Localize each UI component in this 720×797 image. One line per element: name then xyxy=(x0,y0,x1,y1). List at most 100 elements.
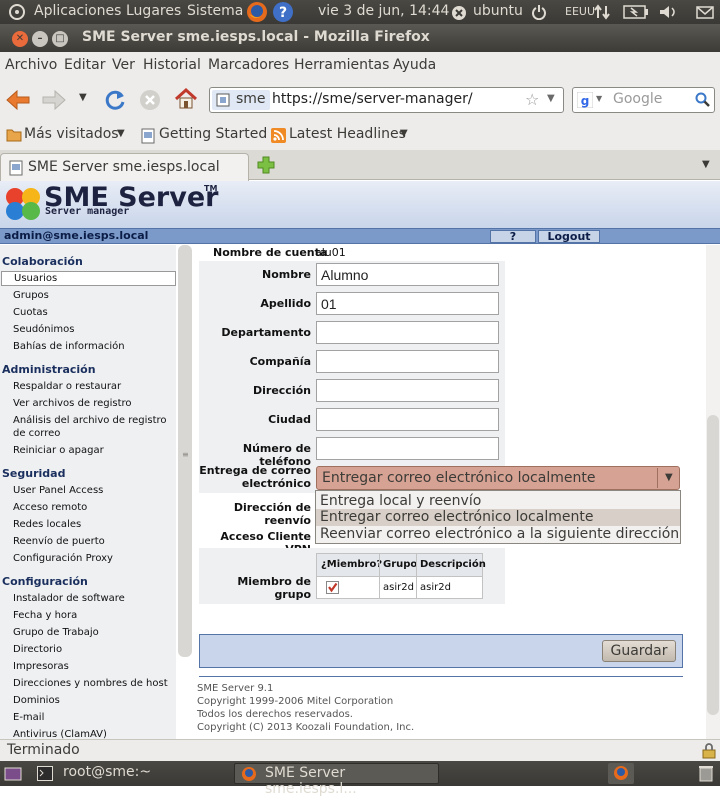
menu-sistema[interactable]: Sistema xyxy=(187,3,243,19)
bookmark-mas-visitados[interactable]: Más visitados xyxy=(24,126,119,142)
logout-button[interactable]: Logout xyxy=(538,230,600,243)
search-icon[interactable] xyxy=(695,92,711,112)
sidebar-item-directorio[interactable]: Directorio xyxy=(13,643,173,656)
menu-aplicaciones[interactable]: Aplicaciones xyxy=(34,3,121,19)
sidebar-item-acceso-remoto[interactable]: Acceso remoto xyxy=(13,501,173,514)
sidebar-item-instalador[interactable]: Instalador de software xyxy=(13,592,173,605)
page-scrollbar[interactable] xyxy=(706,245,720,739)
forward-icon[interactable] xyxy=(41,88,67,116)
volume-icon[interactable] xyxy=(658,4,678,24)
bookmark-star-icon[interactable]: ☆ xyxy=(525,90,539,109)
delivery-dropdown-icon[interactable]: ▼ xyxy=(665,472,673,483)
page-scroll-thumb[interactable] xyxy=(707,415,719,715)
home-icon[interactable] xyxy=(173,87,199,115)
sidebar-item-ver-archivos[interactable]: Ver archivos de registro xyxy=(13,397,173,410)
sidebar-item-impresoras[interactable]: Impresoras xyxy=(13,660,173,673)
sidebar-item-grupo-trabajo[interactable]: Grupo de Trabajo xyxy=(13,626,173,639)
url-text[interactable]: https://sme/server-manager/ xyxy=(272,91,473,107)
sidebar-item-antivirus[interactable]: Antivirus (ClamAV) xyxy=(13,728,173,739)
keyboard-layout[interactable]: EEUU xyxy=(565,5,595,18)
menu-editar[interactable]: Editar xyxy=(64,57,105,73)
network-icon[interactable] xyxy=(593,4,611,24)
sidebar-item-grupos[interactable]: Grupos xyxy=(13,289,173,302)
clock[interactable]: vie 3 de jun, 14:44 xyxy=(318,3,449,19)
stop-icon[interactable] xyxy=(139,89,161,115)
phone-field[interactable] xyxy=(316,437,499,460)
user-name[interactable]: ubuntu xyxy=(473,3,523,19)
sidebar-item-reiniciar[interactable]: Reiniciar o apagar xyxy=(13,444,173,457)
site-identity-icon[interactable] xyxy=(216,93,230,111)
tab-list-dropdown-icon[interactable]: ▼ xyxy=(702,159,710,170)
save-button[interactable]: Guardar xyxy=(602,640,676,662)
show-desktop-icon[interactable] xyxy=(4,766,22,786)
search-bar[interactable]: g ▼ Google xyxy=(572,87,715,113)
help-button[interactable]: ? xyxy=(490,230,536,243)
close-window-button[interactable]: ✕ xyxy=(12,31,28,47)
menu-marcadores[interactable]: Marcadores xyxy=(208,57,289,73)
member-checkbox[interactable] xyxy=(326,581,339,597)
group-cell-description: asir2d xyxy=(420,582,451,593)
power-icon[interactable] xyxy=(531,4,547,24)
trash-icon[interactable] xyxy=(698,764,714,786)
address-field[interactable] xyxy=(316,379,499,402)
footer-version: SME Server 9.1 xyxy=(197,683,274,694)
sidebar-item-direcciones-host[interactable]: Direcciones y nombres de host xyxy=(13,677,173,690)
back-icon[interactable] xyxy=(5,88,31,116)
menu-ver[interactable]: Ver xyxy=(112,57,135,73)
sidebar-item-proxy[interactable]: Configuración Proxy xyxy=(13,552,173,565)
latest-headlines-dropdown-icon[interactable]: ▼ xyxy=(400,128,408,139)
engine-dropdown-icon[interactable]: ▼ xyxy=(596,94,602,103)
menu-herramientas[interactable]: Herramientas xyxy=(294,57,389,73)
sidebar-item-dominios[interactable]: Dominios xyxy=(13,694,173,707)
menu-ayuda[interactable]: Ayuda xyxy=(393,57,436,73)
mail-icon[interactable] xyxy=(696,4,714,24)
company-field[interactable] xyxy=(316,350,499,373)
bookmark-latest-headlines[interactable]: Latest Headlines xyxy=(289,126,406,142)
minimize-window-button[interactable]: – xyxy=(32,31,48,47)
first-name-field[interactable] xyxy=(316,263,499,286)
terminal-icon xyxy=(37,766,53,785)
sidebar-item-analisis-registro[interactable]: Análisis del archivo de registro de corr… xyxy=(13,414,173,440)
sidebar-item-usuarios[interactable]: Usuarios xyxy=(1,271,176,286)
sidebar-item-reenvio-puerto[interactable]: Reenvío de puerto xyxy=(13,535,173,548)
city-field[interactable] xyxy=(316,408,499,431)
sidebar-item-respaldar[interactable]: Respaldar o restaurar xyxy=(13,380,173,393)
site-identity-label[interactable]: sme xyxy=(236,91,266,107)
sidebar-item-bahias[interactable]: Bahías de información xyxy=(13,340,173,353)
sidebar-scrollbar[interactable]: ≡ xyxy=(178,245,192,657)
battery-icon[interactable] xyxy=(623,5,649,23)
menu-archivo[interactable]: Archivo xyxy=(5,57,57,73)
sidebar-item-fecha-hora[interactable]: Fecha y hora xyxy=(13,609,173,622)
tab-sme-server[interactable]: SME Server sme.iesps.local xyxy=(0,153,249,181)
maximize-window-button[interactable]: □ xyxy=(52,31,68,47)
window-titlebar[interactable]: ✕ – □ SME Server sme.iesps.local - Mozil… xyxy=(0,24,720,52)
delivery-option-local-forward[interactable]: Entrega local y reenvío xyxy=(320,493,481,509)
sidebar-item-cuotas[interactable]: Cuotas xyxy=(13,306,173,319)
sidebar-item-redes-locales[interactable]: Redes locales xyxy=(13,518,173,531)
history-dropdown-icon[interactable]: ▼ xyxy=(79,92,87,103)
delivery-option-forward[interactable]: Reenviar correo electrónico a la siguien… xyxy=(320,526,679,542)
department-field[interactable] xyxy=(316,321,499,344)
taskbar-item-firefox[interactable]: SME Server sme.iesps.l... xyxy=(234,763,439,797)
sidebar-item-user-panel[interactable]: User Panel Access xyxy=(13,484,173,497)
lock-icon[interactable] xyxy=(702,743,716,763)
menu-lugares[interactable]: Lugares xyxy=(126,3,181,19)
taskbar-item-terminal[interactable]: root@sme:~ xyxy=(33,763,233,784)
workspace-switcher[interactable] xyxy=(608,763,634,784)
sidebar-item-seudonimos[interactable]: Seudónimos xyxy=(13,323,173,336)
last-name-label: Apellido xyxy=(260,297,311,310)
sidebar-item-email[interactable]: E-mail xyxy=(13,711,173,724)
delivery-select[interactable]: Entregar correo electrónico localmente ▼ xyxy=(316,466,680,490)
url-bar[interactable]: sme https://sme/server-manager/ ☆ ▼ xyxy=(209,87,564,113)
google-engine-icon[interactable]: g xyxy=(576,91,594,112)
menu-historial[interactable]: Historial xyxy=(143,57,201,73)
last-name-field[interactable] xyxy=(316,292,499,315)
url-dropdown-icon[interactable]: ▼ xyxy=(547,93,555,104)
reload-icon[interactable] xyxy=(103,88,127,116)
bookmark-getting-started[interactable]: Getting Started xyxy=(159,126,267,142)
ubuntu-logo-icon[interactable] xyxy=(8,4,26,24)
delivery-option-local[interactable]: Entregar correo electrónico localmente xyxy=(320,509,593,525)
new-tab-icon[interactable] xyxy=(257,156,275,178)
mas-visitados-dropdown-icon[interactable]: ▼ xyxy=(117,128,125,139)
search-input[interactable]: Google xyxy=(613,91,662,107)
